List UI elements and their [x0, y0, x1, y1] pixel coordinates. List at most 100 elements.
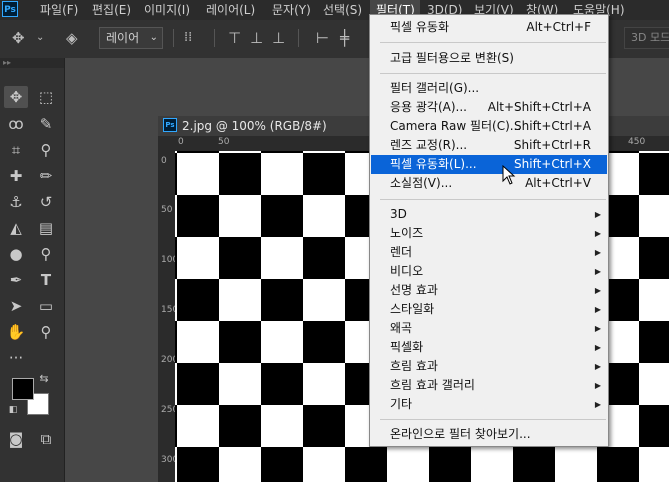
ruler-label: 0 [161, 156, 167, 166]
menu-item-lens-correction[interactable]: 렌즈 교정(R)... Shift+Ctrl+R [371, 136, 607, 155]
healing-brush-tool-icon[interactable]: ✚ [4, 165, 28, 187]
auto-select-dropdown[interactable]: 레이어 ⌄ [99, 27, 163, 49]
align-middle-icon[interactable]: ⊥ [250, 28, 263, 48]
filter-menu: 픽셀 유동화 Alt+Ctrl+F 고급 필터용으로 변환(S) 필터 갤러리(G… [369, 14, 609, 447]
menu-edit[interactable]: 편집(E) [92, 0, 131, 20]
submenu-arrow-icon: ▶ [594, 362, 601, 371]
3d-mode-label: 3D 모드 [624, 27, 669, 49]
hand-tool-icon[interactable]: ✋ [4, 321, 28, 343]
submenu-arrow-icon: ▶ [594, 248, 601, 257]
marquee-tool-icon[interactable]: ⬚ [34, 86, 58, 108]
submenu-arrow-icon: ▶ [594, 324, 601, 333]
foreground-color-swatch[interactable] [12, 378, 34, 400]
menu-select[interactable]: 선택(S) [323, 0, 362, 20]
vertical-ruler[interactable] [158, 151, 175, 482]
submenu-arrow-icon: ▶ [594, 381, 601, 390]
menu-separator [380, 73, 606, 74]
menu-separator [380, 419, 606, 420]
crop-tool-icon[interactable]: ⌗ [4, 139, 28, 161]
submenu-arrow-icon: ▶ [594, 229, 601, 238]
menu-item-last-filter[interactable]: 픽셀 유동화 Alt+Ctrl+F [371, 18, 607, 37]
ruler-label: 50 [218, 137, 230, 147]
menu-item-pixelate[interactable]: 픽셀화 ▶ [371, 338, 607, 357]
align-center-icon[interactable]: ╪ [340, 28, 349, 48]
menu-layer[interactable]: 레이어(L) [206, 0, 255, 20]
quick-mask-icon[interactable]: ◙ [4, 428, 28, 450]
path-select-tool-icon[interactable]: ➤ [4, 295, 28, 317]
default-colors-icon[interactable]: ◧ [6, 404, 20, 416]
stamp-tool-icon[interactable]: ⚓ [4, 191, 28, 213]
ruler-label: 0 [178, 137, 184, 147]
menu-image[interactable]: 이미지(I) [144, 0, 190, 20]
transform-controls-icon[interactable]: ⁞⁞ [184, 28, 192, 48]
type-tool-icon[interactable]: T [34, 269, 58, 291]
menu-item-adaptive-wide-angle[interactable]: 응용 광각(A)... Alt+Shift+Ctrl+A [371, 98, 607, 117]
history-brush-tool-icon[interactable]: ↺ [34, 191, 58, 213]
menu-item-camera-raw[interactable]: Camera Raw 필터(C)... Shift+Ctrl+A [371, 117, 607, 136]
mouse-cursor-icon [502, 165, 516, 185]
lasso-tool-icon[interactable]: ꝏ [4, 113, 28, 135]
submenu-arrow-icon: ▶ [594, 267, 601, 276]
ruler-label: 250 [161, 405, 178, 415]
align-bottom-icon[interactable]: ⊥ [272, 28, 285, 48]
gradient-tool-icon[interactable]: ▤ [34, 217, 58, 239]
menu-item-video[interactable]: 비디오 ▶ [371, 262, 607, 281]
menu-item-sharpen[interactable]: 선명 효과 ▶ [371, 281, 607, 300]
menu-item-blur[interactable]: 흐림 효과 ▶ [371, 357, 607, 376]
divider [173, 29, 174, 47]
menu-item-stylize[interactable]: 스타일화 ▶ [371, 300, 607, 319]
move-icon[interactable]: ✥ [12, 28, 25, 48]
rectangle-tool-icon[interactable]: ▭ [34, 295, 58, 317]
blur-tool-icon[interactable]: ● [4, 243, 28, 265]
quick-select-tool-icon[interactable]: ✎ [34, 113, 58, 135]
screen-mode-icon[interactable]: ⧉ [34, 428, 58, 450]
menu-item-vanishing-point[interactable]: 소실점(V)... Alt+Ctrl+V [371, 174, 607, 193]
eyedropper-tool-icon[interactable]: ⚲ [34, 139, 58, 161]
menu-item-filter-gallery[interactable]: 필터 갤러리(G)... [371, 79, 607, 98]
auto-select-value: 레이어 [106, 31, 140, 45]
panel-grip[interactable]: ▸▸ [0, 58, 64, 68]
menu-item-other[interactable]: 기타 ▶ [371, 395, 607, 414]
dodge-tool-icon[interactable]: ⚲ [34, 243, 58, 265]
submenu-arrow-icon: ▶ [594, 286, 601, 295]
align-left-icon[interactable]: ⊢ [316, 28, 329, 48]
ruler-label: 150 [161, 305, 178, 315]
align-top-icon[interactable]: ⊤ [228, 28, 241, 48]
menu-type[interactable]: 문자(Y) [272, 0, 311, 20]
menu-item-render[interactable]: 렌더 ▶ [371, 243, 607, 262]
pen-tool-icon[interactable]: ✒ [4, 269, 28, 291]
menu-separator [380, 42, 606, 43]
menu-item-noise[interactable]: 노이즈 ▶ [371, 224, 607, 243]
brush-tool-icon[interactable]: ✏ [34, 165, 58, 187]
ruler-label: 200 [161, 355, 178, 365]
divider [298, 29, 299, 47]
ruler-label: 300 [161, 455, 178, 465]
submenu-arrow-icon: ▶ [594, 305, 601, 314]
menu-item-3d[interactable]: 3D ▶ [371, 205, 607, 224]
menu-item-liquify[interactable]: 픽셀 유동화(L)... Shift+Ctrl+X [371, 155, 607, 174]
ruler-label: 450 [628, 137, 646, 147]
chevron-down-icon: ⌄ [149, 32, 158, 43]
menu-item-browse-filters-online[interactable]: 온라인으로 필터 찾아보기... [371, 425, 607, 444]
eraser-tool-icon[interactable]: ◭ [4, 217, 28, 239]
more-tools-icon[interactable]: ··· [4, 347, 28, 369]
menu-item-distort[interactable]: 왜곡 ▶ [371, 319, 607, 338]
chevron-down-icon[interactable]: ⌄ [36, 28, 44, 48]
photoshop-logo-icon: Ps [2, 1, 18, 17]
ruler-label: 50 [161, 205, 173, 215]
submenu-arrow-icon: ▶ [594, 343, 601, 352]
submenu-arrow-icon: ▶ [594, 210, 601, 219]
swap-colors-icon[interactable]: ⇆ [36, 372, 52, 386]
ruler-label: 100 [161, 255, 178, 265]
menu-item-convert-smart-filters[interactable]: 고급 필터용으로 변환(S) [371, 49, 607, 68]
document-ps-icon: Ps [163, 118, 177, 132]
move-tool-icon[interactable]: ✥ [4, 86, 28, 108]
menu-separator [380, 199, 606, 200]
divider [214, 29, 215, 47]
auto-select-layers-icon[interactable]: ◈ [66, 28, 78, 48]
submenu-arrow-icon: ▶ [594, 400, 601, 409]
menu-item-blur-gallery[interactable]: 흐림 효과 갤러리 ▶ [371, 376, 607, 395]
menu-file[interactable]: 파일(F) [40, 0, 78, 20]
document-title[interactable]: 2.jpg @ 100% (RGB/8#) [182, 116, 327, 136]
zoom-tool-icon[interactable]: ⚲ [34, 321, 58, 343]
